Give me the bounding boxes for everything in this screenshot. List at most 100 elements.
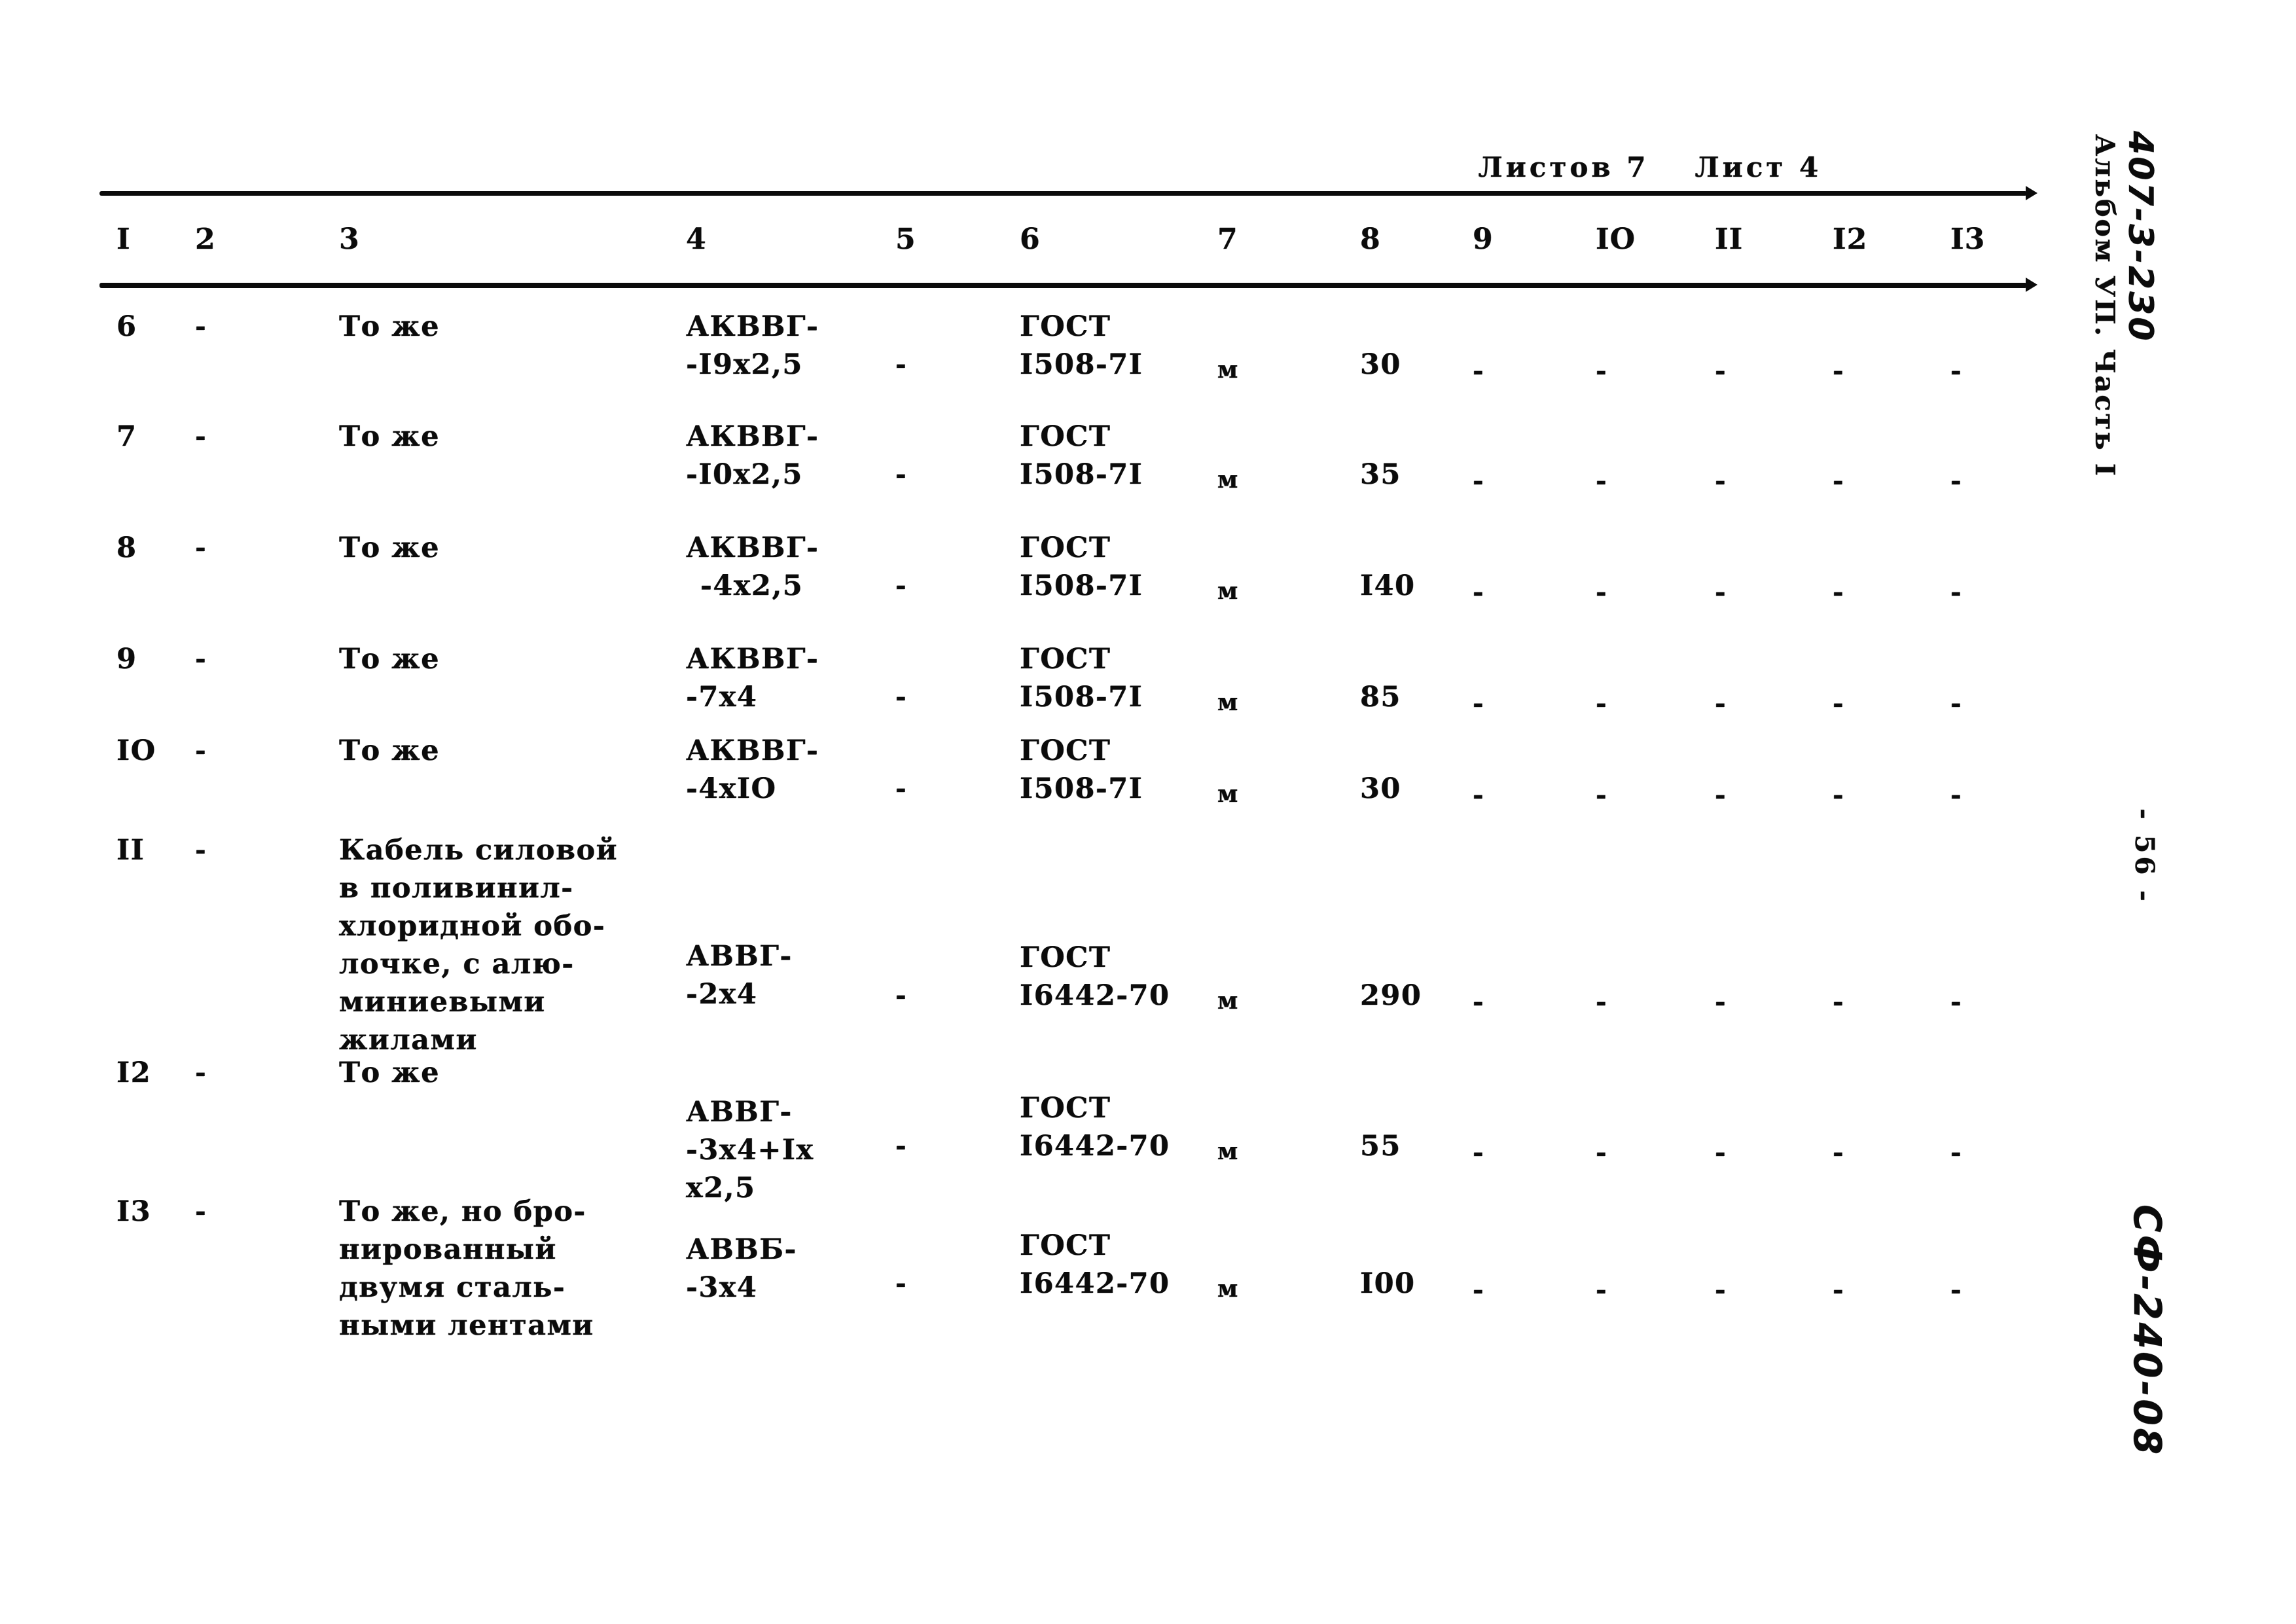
cell-c9-dash: -	[1473, 986, 1485, 1017]
cell-c10-dash: -	[1596, 780, 1608, 810]
cell-c9-dash: -	[1473, 780, 1485, 810]
cell-position-number: 8	[117, 532, 137, 564]
cell-description: То же	[339, 310, 440, 343]
cell-c13-dash: -	[1950, 1274, 1963, 1305]
cell-cable-mark-line2: -4xIO	[686, 772, 777, 805]
cell-c12-dash: -	[1833, 1274, 1845, 1305]
cell-standard-number: I508-7I	[1020, 569, 1143, 602]
cell-position-number: 6	[117, 310, 137, 343]
column-header-9: 9	[1473, 223, 1494, 256]
cell-unit: м	[1217, 1138, 1239, 1165]
column-header-2: 2	[195, 223, 216, 256]
column-header-7: 7	[1217, 223, 1238, 256]
cell-c11-dash: -	[1715, 577, 1727, 607]
cell-standard-label: ГОСТ	[1020, 420, 1111, 453]
cell-c13-dash: -	[1950, 355, 1963, 386]
cell-c13-dash: -	[1950, 986, 1963, 1017]
column-header-11: II	[1715, 223, 1744, 256]
cell-position-number: 9	[117, 643, 137, 676]
cell-c9-dash: -	[1473, 577, 1485, 607]
cell-standard-label: ГОСТ	[1020, 310, 1111, 343]
cell-description: То же	[339, 420, 440, 453]
cell-description: То же	[339, 1056, 440, 1089]
cell-c10-dash: -	[1596, 986, 1608, 1017]
cell-c10-dash: -	[1596, 1274, 1608, 1305]
cell-cable-mark-line1: АКВВГ-	[686, 643, 819, 676]
cell-position-number: I3	[117, 1195, 152, 1228]
cell-col2-dash: -	[195, 643, 207, 674]
cell-standard-label: ГОСТ	[1020, 532, 1111, 564]
cell-standard-number: I6442-70	[1020, 1267, 1170, 1300]
cell-c10-dash: -	[1596, 688, 1608, 719]
cell-standard-number: I508-7I	[1020, 772, 1143, 805]
cell-standard-number: I508-7I	[1020, 348, 1143, 381]
archive-code-stamp: СФ-240-08	[2125, 1204, 2170, 1458]
cell-description: То же	[339, 734, 440, 767]
cell-cable-mark-line1: АВВБ-	[686, 1233, 797, 1266]
cell-c11-dash: -	[1715, 986, 1727, 1017]
cell-c9-dash: -	[1473, 355, 1485, 386]
cell-cable-mark-line1: АКВВГ-	[686, 734, 819, 767]
cell-unit: м	[1217, 1275, 1239, 1303]
cell-cable-mark-line2: -I0x2,5	[686, 458, 803, 491]
column-header-3: 3	[339, 223, 360, 256]
cell-cable-mark-line2: -4x2,5	[700, 569, 804, 602]
cell-quantity: I00	[1360, 1267, 1416, 1300]
cell-quantity: 35	[1360, 458, 1401, 491]
cell-col2-dash: -	[195, 532, 207, 563]
project-code-stamp: 407-3-230	[2121, 131, 2160, 343]
cell-position-number: I2	[117, 1056, 152, 1089]
column-header-12: I2	[1833, 223, 1868, 256]
cell-unit: м	[1217, 356, 1239, 384]
cell-quantity: 55	[1360, 1130, 1401, 1163]
cell-c13-dash: -	[1950, 780, 1963, 810]
cell-position-number: 7	[117, 420, 137, 453]
cell-standard-label: ГОСТ	[1020, 941, 1111, 974]
cell-c13-dash: -	[1950, 1137, 1963, 1168]
cell-cable-mark-line2: -2x4	[686, 978, 758, 1011]
cell-standard-label: ГОСТ	[1020, 1092, 1111, 1125]
cell-standard-number: I508-7I	[1020, 458, 1143, 491]
cell-cable-mark-line1: АКВВГ-	[686, 532, 819, 564]
column-header-4: 4	[686, 223, 707, 256]
cell-c10-dash: -	[1596, 577, 1608, 607]
cell-description: То же	[339, 643, 440, 676]
cell-c11-dash: -	[1715, 780, 1727, 810]
cell-cable-mark-line1: АКВВГ-	[686, 310, 819, 343]
cell-col5-dash: -	[895, 773, 908, 804]
cell-c12-dash: -	[1833, 780, 1845, 810]
cell-quantity: I40	[1360, 569, 1416, 602]
cell-standard-number: I6442-70	[1020, 979, 1170, 1012]
cell-col5-dash: -	[895, 1268, 908, 1299]
cell-col2-dash: -	[195, 1057, 207, 1088]
cell-cable-mark-line1: АКВВГ-	[686, 420, 819, 453]
table-header-rule	[99, 278, 2037, 292]
cell-col2-dash: -	[195, 835, 207, 865]
cell-cable-mark-line2: -3x4	[686, 1271, 758, 1304]
cell-col5-dash: -	[895, 681, 908, 712]
cell-col5-dash: -	[895, 1130, 908, 1161]
cell-quantity: 30	[1360, 772, 1401, 805]
cell-position-number: II	[117, 834, 145, 867]
cell-c12-dash: -	[1833, 986, 1845, 1017]
cell-c9-dash: -	[1473, 1137, 1485, 1168]
cell-c11-dash: -	[1715, 355, 1727, 386]
column-header-10: IO	[1596, 223, 1636, 256]
page-number-label: - 56 -	[2129, 808, 2160, 905]
cell-quantity: 85	[1360, 681, 1401, 713]
cell-c10-dash: -	[1596, 465, 1608, 496]
cell-cable-mark-line1: АВВГ-	[686, 940, 793, 973]
cell-c12-dash: -	[1833, 465, 1845, 496]
column-header-13: I3	[1950, 223, 1986, 256]
cell-c9-dash: -	[1473, 688, 1485, 719]
cell-cable-mark-line2: -3x4+Ix	[686, 1134, 814, 1166]
cell-description: То же	[339, 532, 440, 564]
cell-c10-dash: -	[1596, 1137, 1608, 1168]
sheet-header: Листов 7 Лист 4	[1427, 119, 1821, 215]
cell-c11-dash: -	[1715, 465, 1727, 496]
cell-standard-label: ГОСТ	[1020, 643, 1111, 676]
cell-c12-dash: -	[1833, 577, 1845, 607]
cell-c12-dash: -	[1833, 688, 1845, 719]
cell-c11-dash: -	[1715, 1137, 1727, 1168]
cell-col5-dash: -	[895, 980, 908, 1011]
